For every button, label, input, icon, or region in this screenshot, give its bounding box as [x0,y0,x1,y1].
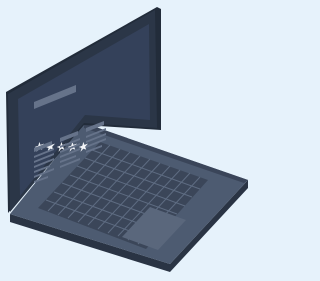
laptop-svg: ★ ★ ★ ★ ★ [0,0,249,281]
laptop-illustration: ★ ★ ★ ★ ★ [0,0,249,281]
